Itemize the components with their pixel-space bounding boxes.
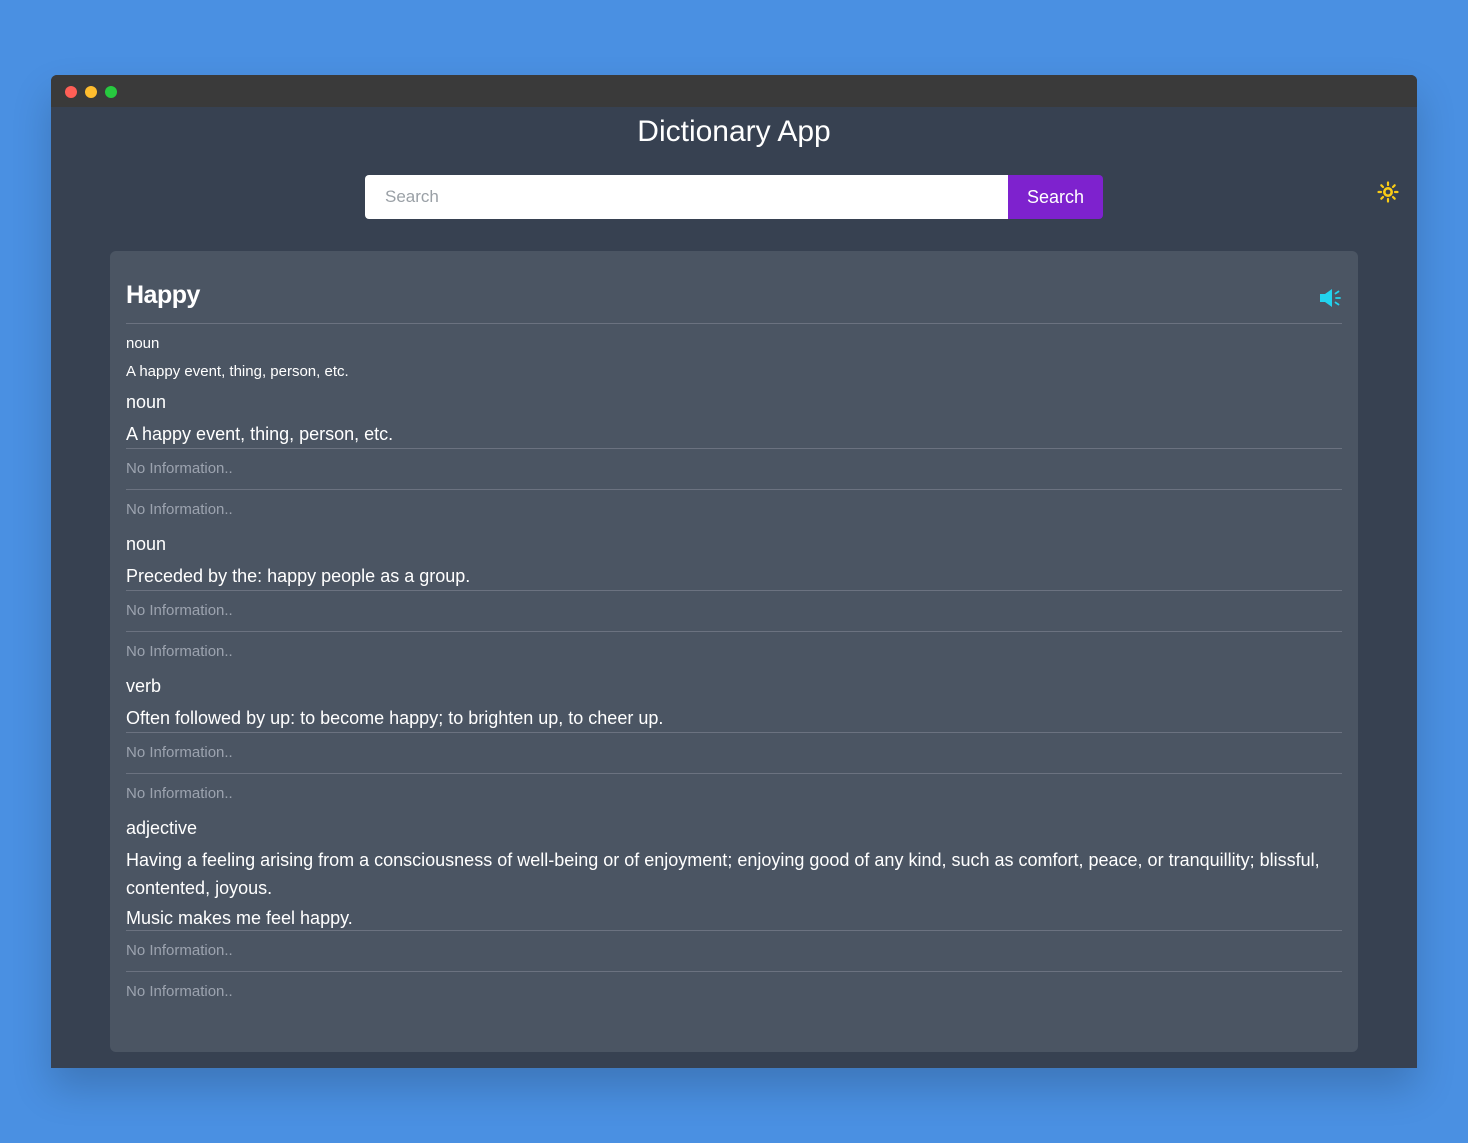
synonyms-row: No Information.. bbox=[126, 930, 1342, 971]
close-window-button[interactable] bbox=[65, 86, 77, 98]
antonyms-row: No Information.. bbox=[126, 773, 1342, 814]
definition: A happy event, thing, person, etc. bbox=[126, 424, 394, 444]
definition: Often followed by up: to become happy; t… bbox=[126, 708, 664, 728]
meaning-item: verb Often followed by up: to become hap… bbox=[126, 674, 1342, 732]
summary-part-of-speech: noun bbox=[126, 335, 160, 352]
word-title: Happy bbox=[126, 281, 200, 309]
sun-icon bbox=[1377, 181, 1399, 203]
search-button[interactable]: Search bbox=[1008, 175, 1103, 219]
search-bar: Search bbox=[365, 175, 1103, 219]
part-of-speech: noun bbox=[126, 534, 167, 554]
meaning-item: noun Preceded by the: happy people as a … bbox=[126, 532, 1342, 590]
maximize-window-button[interactable] bbox=[105, 86, 117, 98]
synonyms-row: No Information.. bbox=[126, 590, 1342, 631]
theme-toggle-button[interactable] bbox=[1377, 181, 1399, 203]
word-card: Happy noun A happy event, thing, person,… bbox=[110, 251, 1358, 1052]
minimize-window-button[interactable] bbox=[85, 86, 97, 98]
example-sentence: Music makes me feel happy. bbox=[126, 908, 353, 928]
speaker-icon bbox=[1320, 289, 1341, 307]
summary-block: noun A happy event, thing, person, etc. bbox=[126, 324, 1342, 382]
app-window: Dictionary App Search Happy bbox=[51, 75, 1417, 1068]
synonyms-row: No Information.. bbox=[126, 448, 1342, 489]
part-of-speech: verb bbox=[126, 676, 162, 696]
word-header: Happy bbox=[126, 251, 1342, 324]
meaning-item: noun A happy event, thing, person, etc. bbox=[126, 390, 1342, 448]
antonyms-row: No Information.. bbox=[126, 489, 1342, 530]
search-input[interactable] bbox=[365, 175, 1008, 219]
definition: Having a feeling arising from a consciou… bbox=[126, 850, 1320, 898]
antonyms-row: No Information.. bbox=[126, 631, 1342, 672]
meaning-item: adjective Having a feeling arising from … bbox=[126, 816, 1342, 930]
part-of-speech: noun bbox=[126, 392, 167, 412]
part-of-speech: adjective bbox=[126, 818, 198, 838]
synonyms-row: No Information.. bbox=[126, 732, 1342, 773]
summary-definition: A happy event, thing, person, etc. bbox=[126, 363, 349, 380]
play-pronunciation-button[interactable] bbox=[1318, 287, 1342, 309]
antonyms-row: No Information.. bbox=[126, 971, 1342, 1012]
app-title: Dictionary App bbox=[637, 115, 831, 148]
definition: Preceded by the: happy people as a group… bbox=[126, 566, 471, 586]
window-titlebar bbox=[51, 75, 1417, 107]
